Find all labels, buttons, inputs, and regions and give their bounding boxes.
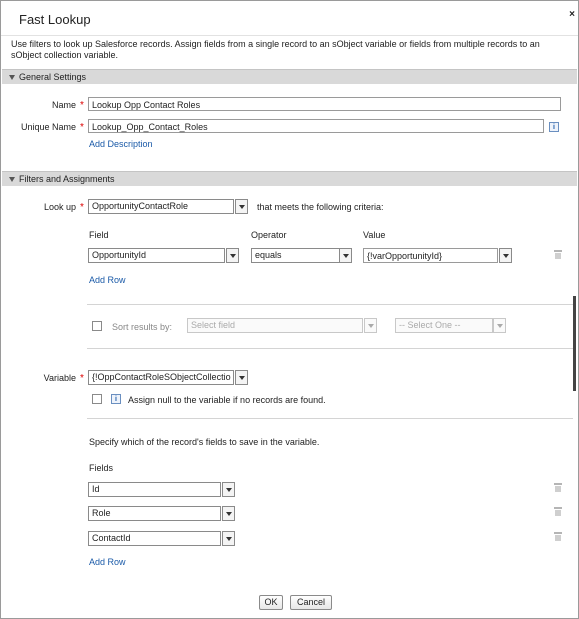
criteria-field-select[interactable]: OpportunityId [88, 248, 225, 263]
unique-name-label: Unique Name [20, 122, 76, 132]
trash-icon[interactable] [554, 483, 562, 492]
trash-icon[interactable] [554, 532, 562, 541]
trash-icon[interactable] [554, 250, 562, 259]
add-description-link[interactable]: Add Description [89, 139, 153, 149]
add-field-row-link[interactable]: Add Row [89, 557, 126, 567]
dialog-title: Fast Lookup [19, 12, 91, 27]
field-column-header: Field [89, 230, 109, 240]
dropdown-arrow-icon[interactable] [364, 318, 377, 333]
field-select-contactid[interactable]: ContactId [88, 531, 221, 546]
info-icon[interactable]: i [111, 394, 121, 404]
fields-label: Fields [89, 463, 114, 473]
name-label: Name [51, 100, 76, 110]
filters-assignments-header[interactable]: Filters and Assignments [2, 171, 577, 186]
intro-text: Use filters to look up Salesforce record… [11, 39, 540, 60]
collapse-triangle-icon [9, 176, 15, 182]
name-input[interactable]: Lookup Opp Contact Roles [88, 97, 561, 111]
dropdown-arrow-icon[interactable] [222, 506, 235, 521]
scrollbar[interactable] [573, 296, 576, 391]
dialog-titlebar: Fast Lookup × [1, 1, 578, 36]
sort-results-label: Sort results by: [112, 322, 173, 332]
divider [87, 418, 573, 419]
assign-null-checkbox[interactable] [92, 394, 102, 404]
criteria-value-input[interactable]: {!varOpportunityId} [363, 248, 498, 263]
general-settings-title: General Settings [19, 72, 87, 82]
fast-lookup-dialog: Fast Lookup × Use filters to look up Sal… [0, 0, 579, 619]
ok-button[interactable]: OK [259, 595, 283, 610]
unique-name-required-mark: * [80, 122, 84, 133]
divider [87, 348, 573, 349]
divider [87, 304, 573, 305]
dropdown-arrow-icon[interactable] [339, 248, 352, 263]
name-required-mark: * [80, 100, 84, 111]
field-select-role[interactable]: Role [88, 506, 221, 521]
sort-results-checkbox[interactable] [92, 321, 102, 331]
lookup-object-select[interactable]: OpportunityContactRole [88, 199, 234, 214]
assign-null-label: Assign null to the variable if no record… [128, 395, 326, 405]
unique-name-input[interactable]: Lookup_Opp_Contact_Roles [88, 119, 544, 133]
variable-select[interactable]: {!OppContactRoleSObjectCollectio [88, 370, 234, 385]
variable-required-mark: * [80, 373, 84, 384]
specify-fields-text: Specify which of the record's fields to … [89, 437, 320, 447]
criteria-text: that meets the following criteria: [257, 202, 384, 212]
lookup-required-mark: * [80, 202, 84, 213]
general-settings-header[interactable]: General Settings [2, 69, 577, 84]
cancel-button[interactable]: Cancel [290, 595, 332, 610]
filters-assignments-title: Filters and Assignments [19, 174, 115, 184]
close-icon[interactable]: × [569, 9, 575, 20]
dropdown-arrow-icon[interactable] [226, 248, 239, 263]
operator-column-header: Operator [251, 230, 287, 240]
dropdown-arrow-icon[interactable] [499, 248, 512, 263]
dropdown-arrow-icon[interactable] [222, 531, 235, 546]
criteria-operator-select[interactable]: equals [251, 248, 351, 263]
dropdown-arrow-icon[interactable] [235, 370, 248, 385]
collapse-triangle-icon [9, 74, 15, 80]
info-icon[interactable]: i [549, 122, 559, 132]
dropdown-arrow-icon[interactable] [235, 199, 248, 214]
sort-field-select[interactable]: Select field [187, 318, 363, 333]
variable-label: Variable [43, 373, 76, 383]
trash-icon[interactable] [554, 507, 562, 516]
dropdown-arrow-icon[interactable] [222, 482, 235, 497]
sort-order-select[interactable]: -- Select One -- [395, 318, 493, 333]
dropdown-arrow-icon[interactable] [493, 318, 506, 333]
lookup-label: Look up [43, 202, 76, 212]
value-column-header: Value [363, 230, 386, 240]
add-row-link[interactable]: Add Row [89, 275, 126, 285]
field-select-id[interactable]: Id [88, 482, 221, 497]
